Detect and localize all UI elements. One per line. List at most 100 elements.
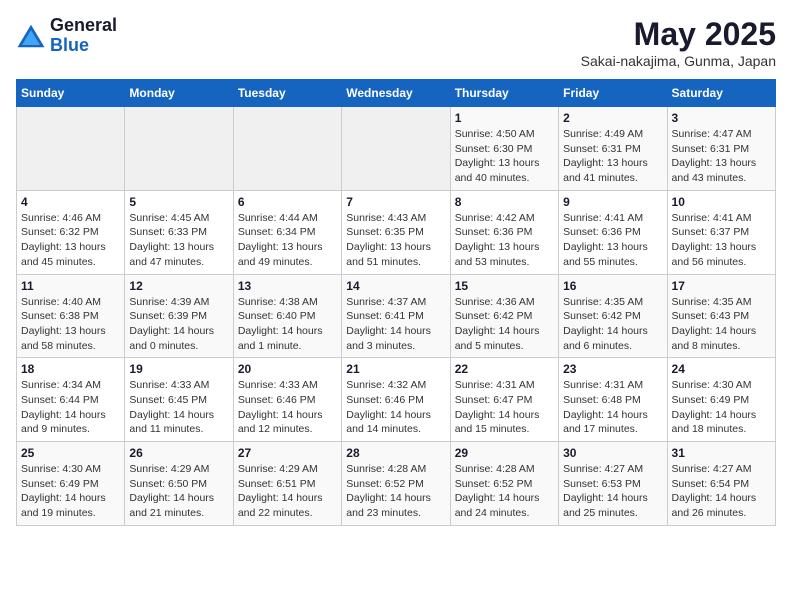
week-row-1: 1 Sunrise: 4:50 AM Sunset: 6:30 PM Daylig… bbox=[17, 107, 776, 191]
day-info: Sunrise: 4:27 AM Sunset: 6:53 PM Dayligh… bbox=[563, 462, 662, 521]
table-cell: 1 Sunrise: 4:50 AM Sunset: 6:30 PM Daylig… bbox=[450, 107, 558, 191]
table-cell: 12Sunrise: 4:39 AM Sunset: 6:39 PM Dayli… bbox=[125, 274, 233, 358]
weekday-header-thursday: Thursday bbox=[450, 80, 558, 107]
table-cell: 23Sunrise: 4:31 AM Sunset: 6:48 PM Dayli… bbox=[559, 358, 667, 442]
week-row-5: 25 Sunrise: 4:30 AM Sunset: 6:49 PM Dayli… bbox=[17, 442, 776, 526]
table-cell: 7Sunrise: 4:43 AM Sunset: 6:35 PM Daylig… bbox=[342, 190, 450, 274]
table-cell bbox=[233, 107, 341, 191]
day-info: Sunrise: 4:37 AM Sunset: 6:41 PM Dayligh… bbox=[346, 295, 445, 354]
calendar-table: SundayMondayTuesdayWednesdayThursdayFrid… bbox=[16, 79, 776, 526]
day-info: Sunrise: 4:41 AM Sunset: 6:37 PM Dayligh… bbox=[672, 211, 771, 270]
table-cell: 20 Sunrise: 4:33 AM Sunset: 6:46 PM Dayli… bbox=[233, 358, 341, 442]
day-number: 29 bbox=[455, 446, 554, 460]
table-cell: 15Sunrise: 4:36 AM Sunset: 6:42 PM Dayli… bbox=[450, 274, 558, 358]
day-info: Sunrise: 4:50 AM Sunset: 6:30 PM Dayligh… bbox=[455, 127, 554, 186]
day-number: 6 bbox=[238, 195, 337, 209]
weekday-header-friday: Friday bbox=[559, 80, 667, 107]
day-info: Sunrise: 4:38 AM Sunset: 6:40 PM Dayligh… bbox=[238, 295, 337, 354]
day-info: Sunrise: 4:29 AM Sunset: 6:50 PM Dayligh… bbox=[129, 462, 228, 521]
table-cell: 19 Sunrise: 4:33 AM Sunset: 6:45 PM Dayli… bbox=[125, 358, 233, 442]
weekday-header-sunday: Sunday bbox=[17, 80, 125, 107]
day-number: 3 bbox=[672, 111, 771, 125]
table-cell bbox=[342, 107, 450, 191]
day-info: Sunrise: 4:27 AM Sunset: 6:54 PM Dayligh… bbox=[672, 462, 771, 521]
day-number: 26 bbox=[129, 446, 228, 460]
logo: General Blue bbox=[16, 16, 117, 56]
table-cell: 3 Sunrise: 4:47 AM Sunset: 6:31 PM Daylig… bbox=[667, 107, 775, 191]
table-cell: 8 Sunrise: 4:42 AM Sunset: 6:36 PM Daylig… bbox=[450, 190, 558, 274]
day-number: 19 bbox=[129, 362, 228, 376]
day-info: Sunrise: 4:47 AM Sunset: 6:31 PM Dayligh… bbox=[672, 127, 771, 186]
day-info: Sunrise: 4:42 AM Sunset: 6:36 PM Dayligh… bbox=[455, 211, 554, 270]
month-title: May 2025 bbox=[581, 16, 776, 53]
day-info: Sunrise: 4:32 AM Sunset: 6:46 PM Dayligh… bbox=[346, 378, 445, 437]
day-number: 2 bbox=[563, 111, 662, 125]
table-cell: 24 Sunrise: 4:30 AM Sunset: 6:49 PM Dayli… bbox=[667, 358, 775, 442]
day-number: 13 bbox=[238, 279, 337, 293]
day-number: 25 bbox=[21, 446, 120, 460]
logo-icon bbox=[16, 21, 46, 51]
weekday-header-monday: Monday bbox=[125, 80, 233, 107]
day-number: 21 bbox=[346, 362, 445, 376]
day-info: Sunrise: 4:33 AM Sunset: 6:46 PM Dayligh… bbox=[238, 378, 337, 437]
table-cell: 13 Sunrise: 4:38 AM Sunset: 6:40 PM Dayli… bbox=[233, 274, 341, 358]
day-number: 8 bbox=[455, 195, 554, 209]
table-cell: 6 Sunrise: 4:44 AM Sunset: 6:34 PM Daylig… bbox=[233, 190, 341, 274]
day-info: Sunrise: 4:49 AM Sunset: 6:31 PM Dayligh… bbox=[563, 127, 662, 186]
day-info: Sunrise: 4:33 AM Sunset: 6:45 PM Dayligh… bbox=[129, 378, 228, 437]
day-info: Sunrise: 4:41 AM Sunset: 6:36 PM Dayligh… bbox=[563, 211, 662, 270]
day-number: 23 bbox=[563, 362, 662, 376]
day-number: 18 bbox=[21, 362, 120, 376]
table-cell: 4 Sunrise: 4:46 AM Sunset: 6:32 PM Daylig… bbox=[17, 190, 125, 274]
day-info: Sunrise: 4:43 AM Sunset: 6:35 PM Dayligh… bbox=[346, 211, 445, 270]
day-number: 5 bbox=[129, 195, 228, 209]
day-info: Sunrise: 4:35 AM Sunset: 6:42 PM Dayligh… bbox=[563, 295, 662, 354]
day-number: 1 bbox=[455, 111, 554, 125]
table-cell bbox=[125, 107, 233, 191]
day-number: 9 bbox=[563, 195, 662, 209]
day-info: Sunrise: 4:31 AM Sunset: 6:47 PM Dayligh… bbox=[455, 378, 554, 437]
week-row-3: 11 Sunrise: 4:40 AM Sunset: 6:38 PM Dayli… bbox=[17, 274, 776, 358]
day-info: Sunrise: 4:45 AM Sunset: 6:33 PM Dayligh… bbox=[129, 211, 228, 270]
day-number: 10 bbox=[672, 195, 771, 209]
table-cell: 27Sunrise: 4:29 AM Sunset: 6:51 PM Dayli… bbox=[233, 442, 341, 526]
week-row-4: 18 Sunrise: 4:34 AM Sunset: 6:44 PM Dayli… bbox=[17, 358, 776, 442]
logo-text: General Blue bbox=[50, 16, 117, 56]
table-cell: 2 Sunrise: 4:49 AM Sunset: 6:31 PM Daylig… bbox=[559, 107, 667, 191]
table-cell: 31 Sunrise: 4:27 AM Sunset: 6:54 PM Dayli… bbox=[667, 442, 775, 526]
table-cell: 10 Sunrise: 4:41 AM Sunset: 6:37 PM Dayli… bbox=[667, 190, 775, 274]
day-info: Sunrise: 4:36 AM Sunset: 6:42 PM Dayligh… bbox=[455, 295, 554, 354]
table-cell: 29Sunrise: 4:28 AM Sunset: 6:52 PM Dayli… bbox=[450, 442, 558, 526]
table-cell: 17Sunrise: 4:35 AM Sunset: 6:43 PM Dayli… bbox=[667, 274, 775, 358]
weekday-header-tuesday: Tuesday bbox=[233, 80, 341, 107]
day-number: 24 bbox=[672, 362, 771, 376]
day-info: Sunrise: 4:40 AM Sunset: 6:38 PM Dayligh… bbox=[21, 295, 120, 354]
table-cell: 30Sunrise: 4:27 AM Sunset: 6:53 PM Dayli… bbox=[559, 442, 667, 526]
day-info: Sunrise: 4:44 AM Sunset: 6:34 PM Dayligh… bbox=[238, 211, 337, 270]
title-block: May 2025 Sakai-nakajima, Gunma, Japan bbox=[581, 16, 776, 69]
day-info: Sunrise: 4:46 AM Sunset: 6:32 PM Dayligh… bbox=[21, 211, 120, 270]
week-row-2: 4 Sunrise: 4:46 AM Sunset: 6:32 PM Daylig… bbox=[17, 190, 776, 274]
day-number: 11 bbox=[21, 279, 120, 293]
table-cell: 25 Sunrise: 4:30 AM Sunset: 6:49 PM Dayli… bbox=[17, 442, 125, 526]
day-number: 20 bbox=[238, 362, 337, 376]
table-cell bbox=[17, 107, 125, 191]
day-number: 12 bbox=[129, 279, 228, 293]
day-info: Sunrise: 4:29 AM Sunset: 6:51 PM Dayligh… bbox=[238, 462, 337, 521]
day-number: 22 bbox=[455, 362, 554, 376]
table-cell: 26 Sunrise: 4:29 AM Sunset: 6:50 PM Dayli… bbox=[125, 442, 233, 526]
table-cell: 16Sunrise: 4:35 AM Sunset: 6:42 PM Dayli… bbox=[559, 274, 667, 358]
table-cell: 9 Sunrise: 4:41 AM Sunset: 6:36 PM Daylig… bbox=[559, 190, 667, 274]
day-info: Sunrise: 4:34 AM Sunset: 6:44 PM Dayligh… bbox=[21, 378, 120, 437]
day-info: Sunrise: 4:30 AM Sunset: 6:49 PM Dayligh… bbox=[672, 378, 771, 437]
page-header: General Blue May 2025 Sakai-nakajima, Gu… bbox=[16, 16, 776, 69]
day-number: 14 bbox=[346, 279, 445, 293]
day-info: Sunrise: 4:30 AM Sunset: 6:49 PM Dayligh… bbox=[21, 462, 120, 521]
day-number: 4 bbox=[21, 195, 120, 209]
table-cell: 28Sunrise: 4:28 AM Sunset: 6:52 PM Dayli… bbox=[342, 442, 450, 526]
table-cell: 5 Sunrise: 4:45 AM Sunset: 6:33 PM Daylig… bbox=[125, 190, 233, 274]
table-cell: 21 Sunrise: 4:32 AM Sunset: 6:46 PM Dayli… bbox=[342, 358, 450, 442]
weekday-header-row: SundayMondayTuesdayWednesdayThursdayFrid… bbox=[17, 80, 776, 107]
day-number: 31 bbox=[672, 446, 771, 460]
weekday-header-wednesday: Wednesday bbox=[342, 80, 450, 107]
